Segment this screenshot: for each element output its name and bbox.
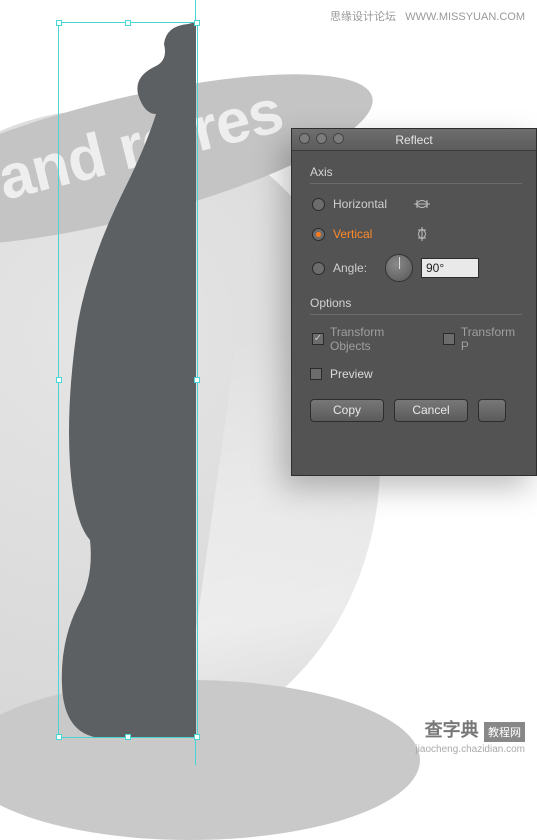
- transform-patterns-checkbox[interactable]: [443, 333, 455, 345]
- dialog-titlebar[interactable]: Reflect: [292, 129, 536, 151]
- axis-vertical-radio[interactable]: [312, 228, 325, 241]
- watermark-bottom-url: jiaocheng.chazidian.com: [415, 744, 525, 755]
- window-close-icon[interactable]: [299, 133, 310, 144]
- window-traffic-lights[interactable]: [299, 133, 344, 144]
- cancel-button[interactable]: Cancel: [394, 399, 468, 422]
- axis-vertical-row[interactable]: Vertical: [312, 224, 522, 244]
- transform-patterns-label: Transform P: [461, 325, 522, 353]
- dialog-title: Reflect: [395, 133, 432, 147]
- watermark-brand-cn: 查字典: [425, 720, 479, 740]
- axis-angle-row[interactable]: Angle: 90°: [312, 254, 522, 282]
- bottle-silhouette-icon: [60, 22, 196, 738]
- reflect-dialog: Reflect Axis Horizontal Vertical Angle: …: [291, 128, 537, 476]
- reflect-horizontal-icon: [411, 195, 433, 213]
- window-zoom-icon[interactable]: [333, 133, 344, 144]
- transform-objects-label: Transform Objects: [330, 325, 422, 353]
- angle-value-field[interactable]: 90°: [421, 258, 479, 278]
- options-group-label: Options: [310, 296, 522, 310]
- angle-dial[interactable]: [385, 254, 413, 282]
- watermark-brand-box: 教程网: [484, 722, 525, 742]
- watermark-top-cn: 思缘设计论坛: [330, 11, 396, 23]
- axis-vertical-label: Vertical: [333, 227, 403, 241]
- options-row: Transform Objects Transform P: [312, 325, 522, 353]
- options-group-rule: [310, 314, 522, 315]
- axis-horizontal-row[interactable]: Horizontal: [312, 194, 522, 214]
- axis-horizontal-label: Horizontal: [333, 197, 403, 211]
- axis-group-label: Axis: [310, 165, 522, 179]
- preview-checkbox[interactable]: [310, 368, 322, 380]
- watermark-top-url: WWW.MISSYUAN.COM: [405, 11, 525, 23]
- axis-angle-radio[interactable]: [312, 262, 325, 275]
- reflect-vertical-icon: [411, 225, 433, 243]
- axis-angle-label: Angle:: [333, 261, 377, 275]
- axis-horizontal-radio[interactable]: [312, 198, 325, 211]
- watermark-bottom: 查字典 教程网 jiaocheng.chazidian.com: [415, 716, 525, 755]
- preview-row[interactable]: Preview: [310, 367, 522, 381]
- selected-shape[interactable]: [60, 22, 196, 738]
- dialog-button-row: Copy Cancel: [310, 399, 522, 422]
- axis-group-rule: [310, 183, 522, 184]
- preview-label: Preview: [330, 367, 373, 381]
- transform-objects-checkbox[interactable]: [312, 333, 324, 345]
- window-minimize-icon[interactable]: [316, 133, 327, 144]
- ok-button-cut[interactable]: [478, 399, 506, 422]
- watermark-top: 思缘设计论坛 WWW.MISSYUAN.COM: [330, 8, 525, 24]
- copy-button[interactable]: Copy: [310, 399, 384, 422]
